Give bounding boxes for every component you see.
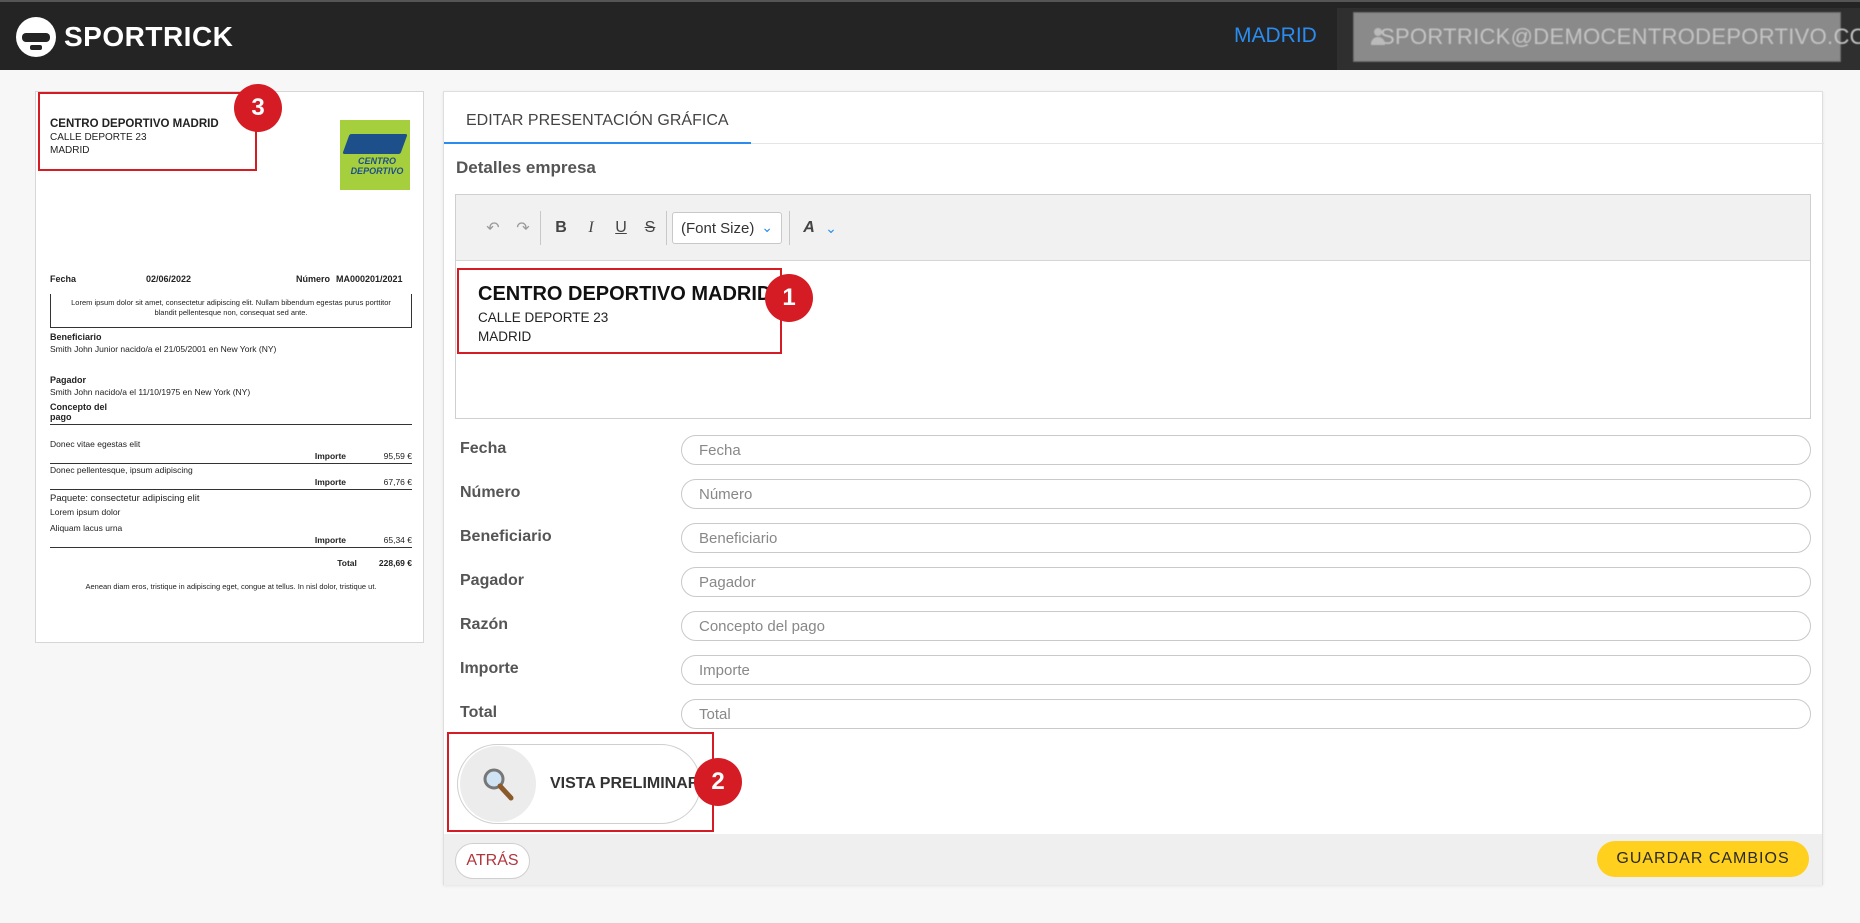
font-size-value: (Font Size) <box>681 219 755 237</box>
doc-item-amount: Importe 65,34 € <box>50 533 412 548</box>
doc-total-value: 228,69 € <box>378 558 412 568</box>
doc-pagador-label: Pagador <box>50 375 87 385</box>
save-changes-button[interactable]: GUARDAR CAMBIOS <box>1597 841 1809 877</box>
doc-total-label: Total <box>337 558 357 568</box>
tab-bar: EDITAR PRESENTACIÓN GRÁFICA <box>444 92 1824 144</box>
doc-concepto-label-2: pago <box>50 412 72 422</box>
doc-total-row: Total 228,69 € <box>50 558 412 568</box>
pagador-label: Pagador <box>460 572 525 589</box>
doc-item-line: Lorem ipsum dolor <box>50 507 121 517</box>
doc-meta-row: Fecha 02/06/2022 Número MA000201/2021 <box>50 274 412 284</box>
doc-beneficiario-label: Beneficiario <box>50 332 102 342</box>
doc-beneficiario: Beneficiario Smith John Junior nacido/a … <box>50 332 412 354</box>
italic-button[interactable]: I <box>580 217 602 239</box>
doc-item-line: Donec vitae egestas elit <box>50 439 141 449</box>
callout-badge-3: 3 <box>234 84 282 132</box>
brand-logo[interactable]: SPORTRICK <box>16 14 233 60</box>
importe-label: Importe <box>460 660 519 677</box>
font-size-select[interactable]: (Font Size) ⌄ <box>672 212 782 244</box>
section-title: Detalles empresa <box>456 158 596 177</box>
user-account-field[interactable]: SPORTRICK@DEMOCENTRODEPORTIVO.COM <box>1353 12 1860 62</box>
doc-item-amount: Importe 95,59 € <box>50 449 412 464</box>
doc-pagador: Pagador Smith John nacido/a el 11/10/197… <box>50 375 412 397</box>
numero-input[interactable] <box>681 479 1811 509</box>
doc-footer-text: Aenean diam eros, tristique in adipiscin… <box>85 582 377 591</box>
bold-button[interactable]: B <box>550 217 572 239</box>
doc-importe-value: 67,76 € <box>383 477 412 487</box>
total-label: Total <box>460 704 498 721</box>
user-menu[interactable]: SPORTRICK@DEMOCENTRODEPORTIVO.COM <box>1337 8 1860 70</box>
callout-box-2 <box>447 732 714 832</box>
doc-numero-value: MA000201/2021 <box>336 274 403 284</box>
document-preview: CENTRO DEPORTIVO MADRID CALLE DEPORTE 23… <box>35 91 424 643</box>
beneficiario-input[interactable] <box>681 523 1811 553</box>
form-row-pagador: Pagador <box>460 567 1811 597</box>
beneficiario-label: Beneficiario <box>460 528 552 545</box>
razon-input[interactable] <box>681 611 1811 641</box>
company-logo-image: CENTRO DEPORTIVO <box>340 120 410 190</box>
logo-runner-shape <box>342 134 408 154</box>
editor-toolbar: ↶ ↷ B I U S (Font Size) ⌄ A ⌄ <box>456 195 1810 261</box>
panel-footer: ATRÁS GUARDAR CAMBIOS <box>444 834 1822 885</box>
brand-name: SPORTRICK <box>64 21 234 52</box>
redo-icon[interactable]: ↷ <box>512 217 534 239</box>
doc-pagador-value: Smith John nacido/a el 11/10/1975 en New… <box>50 387 251 397</box>
top-navbar: SPORTRICK MADRID SPORTRICK@DEMOCENTRODEP… <box>0 0 1860 70</box>
callout-badge-1: 1 <box>765 274 813 322</box>
doc-item-line: Paquete: consectetur adipiscing elit <box>50 493 200 504</box>
callout-badge-2: 2 <box>694 758 742 806</box>
numero-label: Número <box>460 484 521 501</box>
form-row-total: Total <box>460 699 1811 729</box>
doc-fecha-value: 02/06/2022 <box>146 274 192 284</box>
doc-item: Donec pellentesque, ipsum adipiscing Imp… <box>50 465 412 490</box>
form-row-numero: Número <box>460 479 1811 509</box>
total-input[interactable] <box>681 699 1811 729</box>
form-row-razon: Razón <box>460 611 1811 641</box>
doc-importe-value: 95,59 € <box>383 451 412 461</box>
doc-numero-label: Número <box>295 274 330 284</box>
toolbar-divider <box>540 211 541 245</box>
doc-item-amount: Importe 67,76 € <box>50 475 412 490</box>
doc-item-line: Aliquam lacus urna <box>50 523 123 533</box>
doc-importe-label: Importe <box>314 535 346 545</box>
doc-item: Donec vitae egestas elit Importe 95,59 € <box>50 439 412 464</box>
doc-intro-text: Lorem ipsum dolor sit amet, consectetur … <box>50 294 412 328</box>
doc-beneficiario-value: Smith John Junior nacido/a el 21/05/2001… <box>50 344 277 354</box>
importe-input[interactable] <box>681 655 1811 685</box>
doc-concepto-header: Concepto del pago <box>50 402 412 425</box>
form-row-fecha: Fecha <box>460 435 1811 465</box>
tab-editar-presentacion[interactable]: EDITAR PRESENTACIÓN GRÁFICA <box>444 92 751 144</box>
chevron-down-icon: ⌄ <box>761 219 773 235</box>
undo-icon[interactable]: ↶ <box>482 217 504 239</box>
razon-label: Razón <box>460 616 508 633</box>
logo-text: CENTRO DEPORTIVO <box>350 156 404 176</box>
callout-box-3 <box>38 92 257 171</box>
brand-mascot-icon <box>16 17 56 57</box>
toolbar-divider <box>789 211 790 245</box>
chevron-down-icon[interactable]: ⌄ <box>820 217 842 239</box>
text-color-icon[interactable]: A <box>798 217 820 239</box>
form-row-beneficiario: Beneficiario <box>460 523 1811 553</box>
doc-importe-label: Importe <box>314 451 346 461</box>
fecha-input[interactable] <box>681 435 1811 465</box>
callout-box-1 <box>457 268 782 354</box>
toolbar-divider <box>666 211 667 245</box>
strikethrough-button[interactable]: S <box>639 217 661 239</box>
doc-importe-label: Importe <box>314 477 346 487</box>
fecha-label: Fecha <box>460 440 507 457</box>
doc-item: Paquete: consectetur adipiscing elit Lor… <box>50 493 412 548</box>
pagador-input[interactable] <box>681 567 1811 597</box>
back-button[interactable]: ATRÁS <box>455 843 530 879</box>
doc-item-line: Donec pellentesque, ipsum adipiscing <box>50 465 193 475</box>
form-row-importe: Importe <box>460 655 1811 685</box>
user-email: SPORTRICK@DEMOCENTRODEPORTIVO.COM <box>1380 24 1860 49</box>
underline-button[interactable]: U <box>610 217 632 239</box>
city-selector-link[interactable]: MADRID <box>1234 24 1317 48</box>
doc-importe-value: 65,34 € <box>383 535 412 545</box>
doc-concepto-label: Concepto del <box>50 402 108 412</box>
doc-fecha-label: Fecha <box>50 274 77 284</box>
